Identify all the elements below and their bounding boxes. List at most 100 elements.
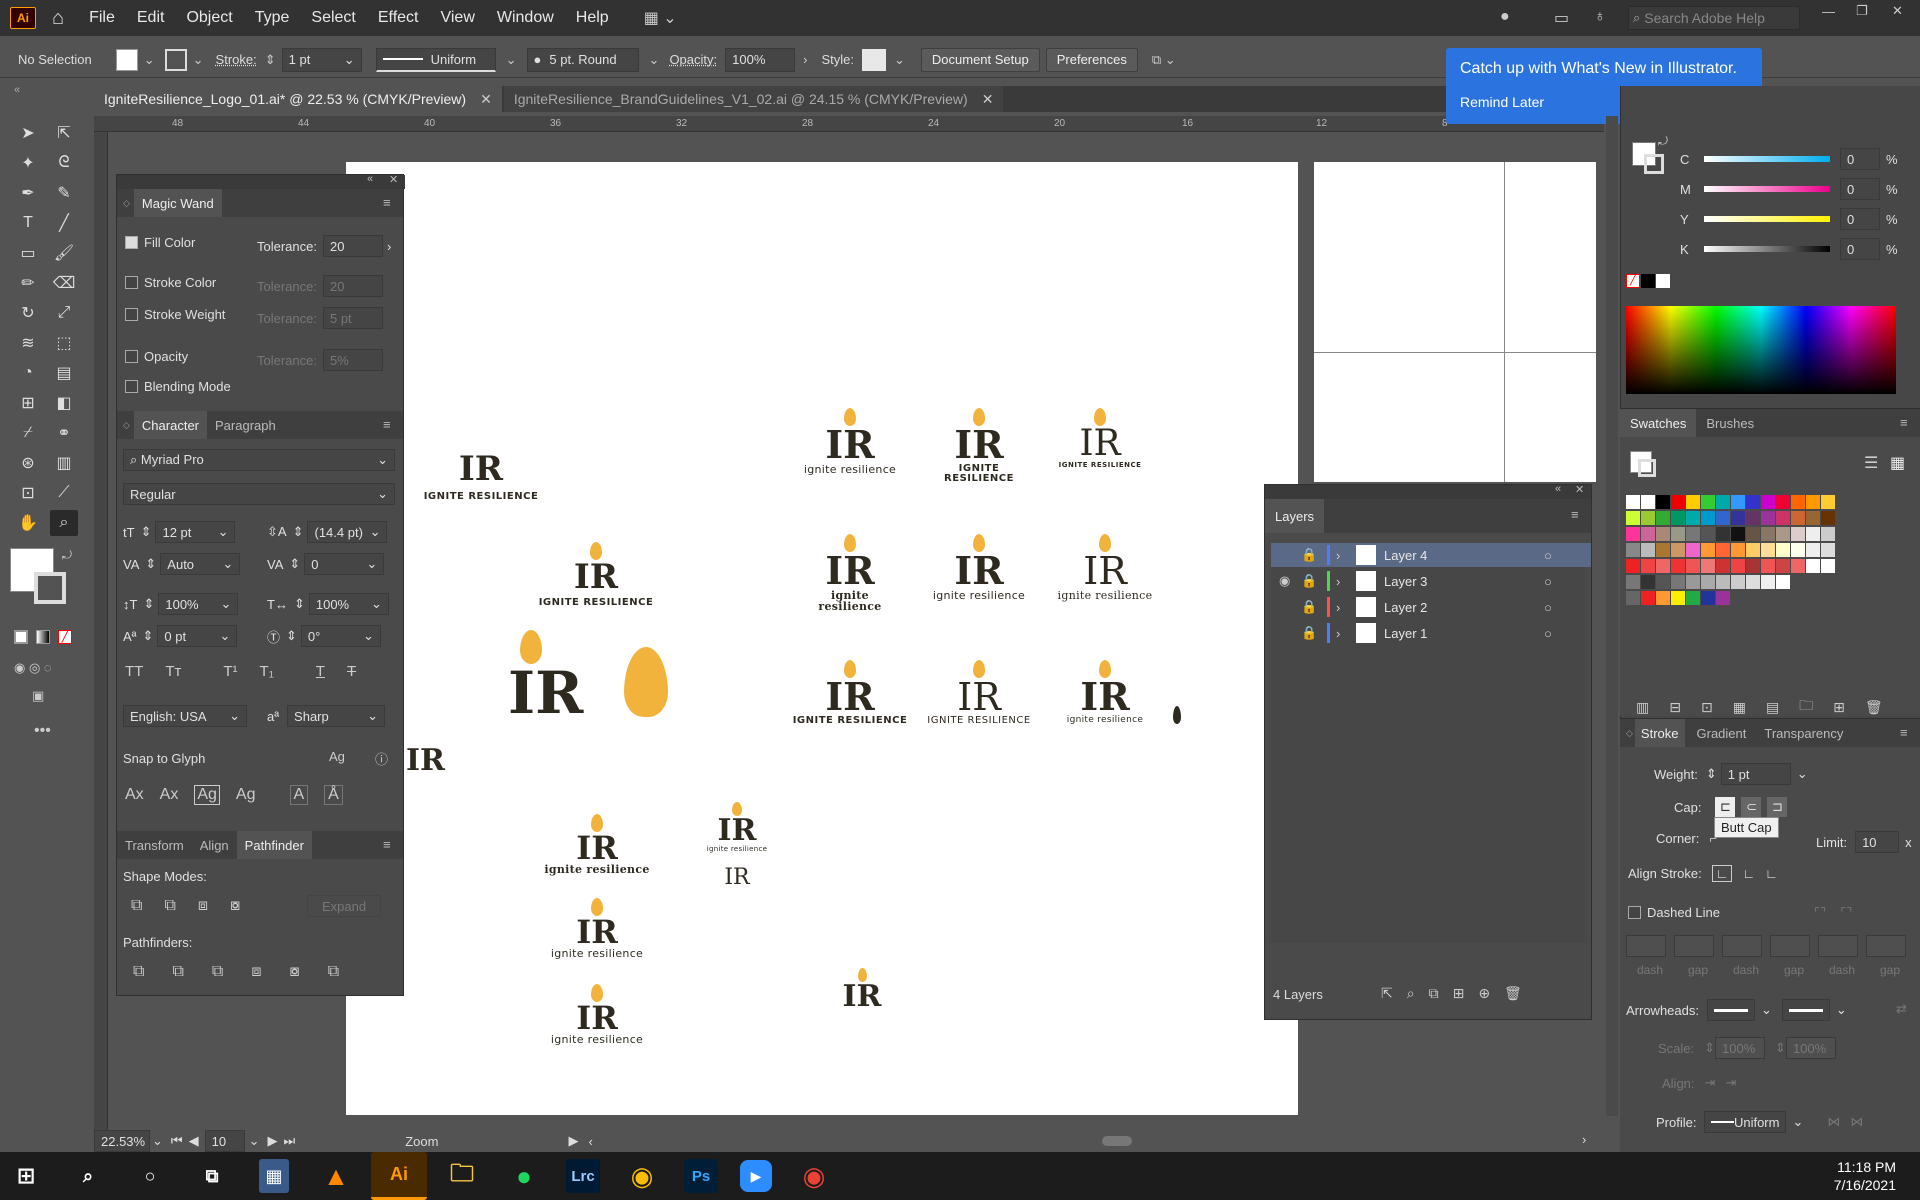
baseline-snap-icon[interactable]: Ax — [125, 786, 144, 804]
artboard-tool-icon[interactable]: ⊡ — [14, 480, 42, 506]
align-center-icon[interactable]: ∟ — [1711, 865, 1733, 882]
tab-stroke[interactable]: Stroke — [1634, 719, 1685, 747]
arrange-icon[interactable]: ⧉ ⌄ — [1152, 52, 1176, 68]
chevron-down-icon[interactable]: ⌄ — [506, 52, 517, 68]
trash-icon[interactable]: 🗑 — [1865, 699, 1883, 716]
color-swatch[interactable] — [1821, 543, 1835, 557]
vlc-icon[interactable]: ▲ — [316, 1156, 356, 1196]
font-style-field[interactable]: Regular ⌄ — [123, 483, 395, 505]
color-swatch[interactable] — [1686, 511, 1700, 525]
magenta-slider[interactable] — [1704, 186, 1830, 192]
strikethrough-icon[interactable]: T — [347, 663, 356, 680]
color-swatch[interactable] — [1746, 559, 1760, 573]
menu-edit[interactable]: Edit — [126, 9, 176, 27]
logo-variant[interactable]: IR ignite resilience — [924, 534, 1034, 601]
system-clock[interactable]: 11:18 PM 7/16/2021 — [1834, 1158, 1896, 1194]
artboard-number-field[interactable]: 10 — [204, 1130, 245, 1152]
target-icon[interactable]: ○ — [1544, 626, 1552, 641]
color-swatch[interactable] — [1701, 591, 1715, 605]
layer-row[interactable]: 🔒 › Layer 1 ○ — [1271, 621, 1591, 645]
tab-layers[interactable]: Layers — [1265, 499, 1325, 533]
divide-icon[interactable]: ⧉ — [133, 963, 144, 981]
scroll-left-icon[interactable]: ‹ — [588, 1134, 592, 1149]
expand-icon[interactable]: › — [1336, 548, 1352, 563]
user-icon[interactable]: ● — [1500, 8, 1510, 26]
chevron-right-icon[interactable]: › — [803, 52, 807, 67]
remind-later-button[interactable]: Remind Later — [1460, 94, 1544, 110]
gap-field-2[interactable] — [1770, 935, 1810, 957]
weight-field[interactable]: 1 pt — [1720, 763, 1791, 785]
add-selected-icon[interactable]: ⊟ — [1669, 699, 1681, 716]
screen-mode-icon[interactable]: ▣ — [32, 688, 44, 704]
tracking-field[interactable]: 0 ⌄ — [304, 553, 385, 575]
stroke-weight-checkbox[interactable] — [125, 308, 138, 321]
tab-gradient[interactable]: Gradient — [1685, 719, 1759, 747]
opacity-tolerance-field[interactable]: 5% — [322, 349, 383, 371]
tab-magic-wand[interactable]: Magic Wand — [133, 189, 222, 217]
cyan-field[interactable]: 0 — [1840, 148, 1880, 170]
lightbulb-icon[interactable]: ♁ — [1594, 8, 1606, 26]
stroke-weight-field[interactable]: 1 pt ⌄ — [281, 47, 362, 72]
close-icon[interactable]: ✕ — [1892, 3, 1903, 19]
logo-variant[interactable]: IR ignite resilience — [1050, 660, 1160, 725]
expand-button[interactable]: Expand — [307, 895, 381, 917]
pen-tool-icon[interactable]: ✒ — [14, 180, 42, 206]
layer-row[interactable]: 🔒 › Layer 4 ○ — [1271, 543, 1591, 567]
blend-tool-icon[interactable]: ⚭ — [50, 420, 78, 446]
color-swatch[interactable] — [1806, 559, 1820, 573]
tab-transparency[interactable]: Transparency — [1758, 719, 1849, 747]
chevron-down-icon[interactable]: ⌄ — [1797, 766, 1808, 782]
stepper-icon[interactable]: ⇕ — [1704, 1040, 1715, 1056]
color-swatch[interactable] — [1641, 575, 1655, 589]
color-swatch[interactable] — [1641, 511, 1655, 525]
menu-window[interactable]: Window — [486, 9, 565, 27]
color-mode-icon[interactable] — [14, 630, 28, 644]
shape-builder-tool-icon[interactable]: ◔ — [14, 360, 42, 386]
color-swatch[interactable] — [1716, 543, 1730, 557]
task-view-icon[interactable]: ⧉ — [192, 1156, 232, 1196]
trim-icon[interactable]: ⧉ — [172, 963, 183, 981]
direct-selection-tool-icon[interactable]: ⇱ — [50, 120, 78, 146]
close-panel-icon[interactable]: ✕ — [1575, 483, 1584, 496]
color-swatch[interactable] — [1671, 559, 1685, 573]
lightroom-icon[interactable]: Lrc — [566, 1159, 600, 1193]
panel-menu-icon[interactable]: ≡ — [383, 195, 391, 210]
close-tab-icon[interactable]: ✕ — [480, 91, 492, 108]
stepper-icon[interactable]: ⇕ — [145, 556, 156, 572]
tab-brand-guidelines[interactable]: IgniteResilience_BrandGuidelines_V1_02.a… — [503, 86, 1004, 112]
arrange-panels-icon[interactable]: ▭ — [1554, 8, 1569, 28]
color-swatch[interactable] — [1761, 511, 1775, 525]
expand-icon[interactable]: › — [1336, 600, 1352, 615]
lasso-tool-icon[interactable]: ᘓ — [50, 150, 78, 176]
color-swatch[interactable] — [1671, 591, 1685, 605]
snap-glyph-icon[interactable]: Ag — [329, 749, 345, 764]
proximity-guides-icon[interactable]: Ag — [236, 786, 256, 804]
dash-align-icon[interactable]: ⌜⌝ — [1840, 905, 1852, 921]
small-caps-icon[interactable]: Tт — [165, 663, 181, 680]
color-swatch[interactable] — [1731, 527, 1745, 541]
artboard-secondary[interactable] — [1314, 162, 1596, 482]
cyan-slider[interactable] — [1704, 156, 1830, 162]
font-family-field[interactable]: ⌕ Myriad Pro ⌄ — [123, 449, 395, 471]
stroke-tolerance-field[interactable]: 20 — [322, 275, 383, 297]
color-swatch[interactable] — [1701, 559, 1715, 573]
color-swatch[interactable] — [1776, 511, 1790, 525]
collapse-toolbar-icon[interactable]: « — [14, 84, 20, 96]
round-cap-icon[interactable]: ⊂ — [1741, 797, 1762, 817]
color-swatch[interactable] — [1821, 495, 1835, 509]
logo-stacked[interactable]: IR ignite resilience IR — [702, 802, 772, 889]
color-swatch[interactable] — [1776, 575, 1790, 589]
color-swatch[interactable] — [1671, 543, 1685, 557]
logo-variant[interactable]: IR IGNITE RESILIENCE — [406, 452, 556, 502]
flip-across-icon[interactable]: ⋈ — [1827, 1114, 1840, 1130]
logo-variant[interactable]: IR IGNITE RESILIENCE — [924, 408, 1034, 484]
color-swatch[interactable] — [1761, 543, 1775, 557]
none-mode-icon[interactable]: ╱ — [58, 630, 72, 644]
angular-guides-icon[interactable]: A — [289, 785, 309, 805]
color-swatch[interactable] — [1746, 543, 1760, 557]
stepper-icon[interactable]: ⇕ — [143, 596, 154, 612]
chevron-down-icon[interactable]: ⌄ — [1792, 1114, 1803, 1130]
mesh-tool-icon[interactable]: ⊞ — [14, 390, 42, 416]
layer-name[interactable]: Layer 1 — [1384, 626, 1544, 641]
chevron-down-icon[interactable]: ⌄ — [894, 52, 905, 68]
